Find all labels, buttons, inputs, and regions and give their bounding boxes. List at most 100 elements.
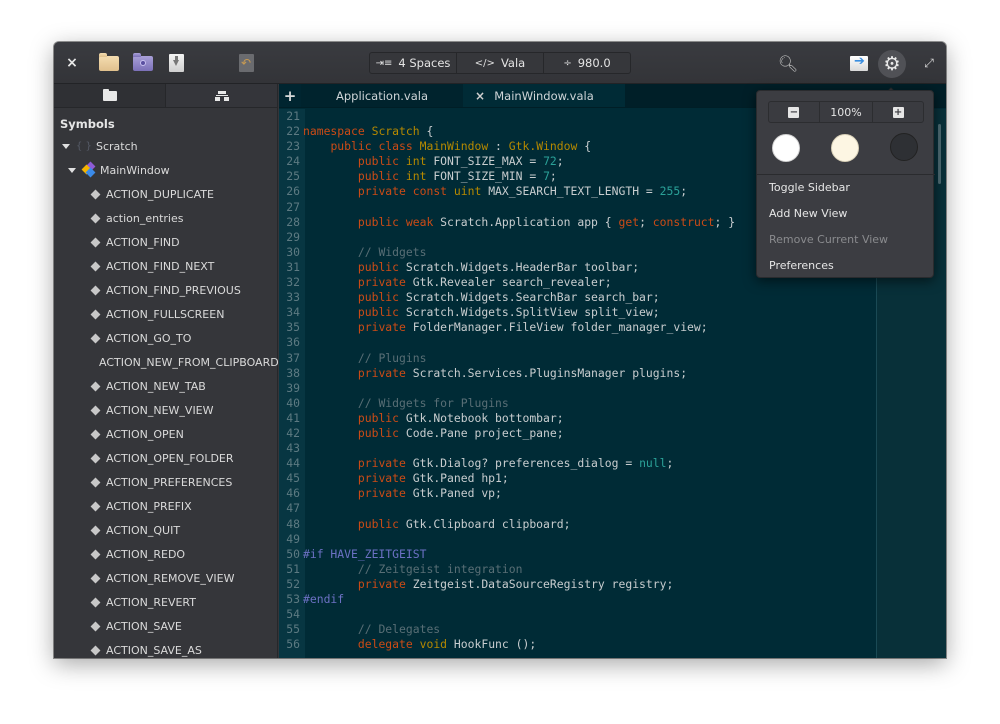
- line-number: 30: [286, 244, 300, 259]
- fullscreen-button[interactable]: ⤢: [920, 42, 938, 84]
- close-window-button[interactable]: ×: [62, 42, 82, 84]
- tree-row-member[interactable]: ACTION_PREFERENCES: [54, 470, 277, 494]
- zoom-in-button[interactable]: +: [873, 102, 923, 122]
- tree-row-member[interactable]: ACTION_OPEN_FOLDER: [54, 446, 277, 470]
- menu-item-preferences[interactable]: Preferences: [769, 259, 834, 272]
- line-number: 32: [286, 275, 300, 290]
- zoom-out-button[interactable]: −: [769, 102, 820, 122]
- code-line: 55 // Delegates: [279, 622, 876, 637]
- code-token: {: [577, 139, 592, 154]
- code-token: 255: [659, 184, 681, 199]
- share-button[interactable]: [847, 42, 871, 84]
- code-line: 37 // Plugins: [279, 351, 876, 366]
- menu-item-toggle-sidebar[interactable]: Toggle Sidebar: [769, 181, 850, 194]
- tree-row-member[interactable]: action_entries: [54, 206, 277, 230]
- menu-item-add-new-view[interactable]: Add New View: [769, 207, 847, 220]
- line-number: 33: [286, 290, 300, 305]
- code-token: HookFunc ();: [447, 637, 537, 652]
- code-token: // Zeitgeist integration: [357, 561, 523, 576]
- goto-line-button[interactable]: ÷ 980.0: [544, 53, 630, 73]
- tree-row-member[interactable]: ACTION_QUIT: [54, 518, 277, 542]
- field-icon: [90, 621, 101, 631]
- code-line: 53 #endif: [279, 592, 876, 607]
- close-tab-icon[interactable]: ×: [475, 89, 485, 103]
- line-number: 48: [286, 516, 300, 531]
- new-tab-button[interactable]: +: [279, 84, 301, 107]
- symbols-heading: Symbols: [60, 117, 115, 131]
- tree-row-class[interactable]: MainWindow: [54, 158, 277, 182]
- expander-icon[interactable]: [68, 167, 76, 173]
- search-button[interactable]: 🔍︎: [776, 42, 800, 84]
- divider: [757, 174, 935, 175]
- vertical-scrollbar[interactable]: [938, 124, 941, 184]
- revert-button[interactable]: ↶: [236, 42, 256, 84]
- tree-row-namespace[interactable]: { } Scratch: [54, 134, 277, 158]
- line-number: 29: [286, 229, 300, 244]
- tree-row-member[interactable]: ACTION_GO_TO: [54, 326, 277, 350]
- tree-row-member[interactable]: ACTION_FIND: [54, 230, 277, 254]
- open-project-button[interactable]: [132, 42, 154, 84]
- code-token: #if HAVE_ZEITGEIST: [303, 546, 427, 561]
- code-icon: </>: [474, 57, 495, 69]
- code-token: FONT_SIZE_MAX =: [426, 154, 544, 169]
- tree-row-member[interactable]: ACTION_SAVE: [54, 614, 277, 638]
- code-line: 42 public Code.Pane project_pane;: [279, 426, 876, 441]
- line-number: 53: [286, 592, 300, 606]
- tree-row-member[interactable]: ACTION_FIND_PREVIOUS: [54, 278, 277, 302]
- revert-icon: ↶: [238, 54, 254, 72]
- tree-row-member[interactable]: ACTION_PREFIX: [54, 494, 277, 518]
- tab-application-vala[interactable]: Application.vala: [301, 84, 463, 107]
- code-token: const: [412, 184, 448, 199]
- tree-row-member[interactable]: ACTION_REVERT: [54, 590, 277, 614]
- line-number: 34: [286, 305, 300, 320]
- symbol-tree-icon: [214, 90, 229, 101]
- code-token: Scratch.Widgets.SplitView split_view;: [399, 305, 660, 320]
- scheme-solarized-radio[interactable]: [831, 134, 859, 162]
- tree-row-member[interactable]: ACTION_DUPLICATE: [54, 182, 277, 206]
- menu-item-remove-current-view: Remove Current View: [769, 233, 889, 246]
- language-button[interactable]: </> Vala: [457, 53, 544, 73]
- save-button[interactable]: [166, 42, 186, 84]
- scheme-dark-radio[interactable]: [890, 133, 918, 161]
- code-token: Code.Pane project_pane;: [399, 425, 564, 440]
- line-number: 22: [286, 124, 300, 139]
- tree-row-member[interactable]: ACTION_FIND_NEXT: [54, 254, 277, 278]
- indent-width-button[interactable]: ⇥≡ 4 Spaces: [370, 53, 457, 73]
- code-line: 45 private Gtk.Paned hp1;: [279, 471, 876, 486]
- tree-row-member[interactable]: ACTION_REMOVE_VIEW: [54, 566, 277, 590]
- app-menu-button[interactable]: ⚙: [878, 50, 906, 78]
- code-line: 48 public Gtk.Clipboard clipboard;: [279, 517, 876, 532]
- tree-row-member[interactable]: ACTION_OPEN: [54, 422, 277, 446]
- tab-mainwindow-vala[interactable]: × MainWindow.vala: [463, 84, 625, 107]
- tree-row-member[interactable]: ACTION_FULLSCREEN: [54, 302, 277, 326]
- code-line: 33 public Scratch.Widgets.SearchBar sear…: [279, 290, 876, 305]
- goto-line-icon: ÷: [563, 57, 572, 69]
- expander-icon[interactable]: [62, 143, 70, 149]
- open-file-button[interactable]: [98, 42, 120, 84]
- tab-folders[interactable]: [54, 84, 165, 107]
- tree-row-member[interactable]: ACTION_REDO: [54, 542, 277, 566]
- code-token: // Delegates: [357, 622, 441, 637]
- field-icon: [90, 429, 101, 439]
- line-number: 40: [286, 395, 300, 410]
- code-token: ;: [639, 214, 653, 229]
- field-icon: [90, 597, 101, 607]
- scheme-light-radio[interactable]: [772, 134, 800, 162]
- field-icon: [90, 381, 101, 391]
- tree-row-member[interactable]: ACTION_NEW_FROM_CLIPBOARD: [54, 350, 279, 374]
- zoom-reset-button[interactable]: 100%: [820, 102, 874, 122]
- tree-row-member[interactable]: ACTION_NEW_TAB: [54, 374, 277, 398]
- code-token: uint: [453, 184, 482, 199]
- code-token: weak: [405, 214, 434, 229]
- tree-row-member[interactable]: ACTION_NEW_VIEW: [54, 398, 277, 422]
- tree-row-member[interactable]: ACTION_SAVE_AS: [54, 638, 277, 658]
- code-line: 51 // Zeitgeist integration: [279, 562, 876, 577]
- tab-symbols[interactable]: [165, 84, 277, 107]
